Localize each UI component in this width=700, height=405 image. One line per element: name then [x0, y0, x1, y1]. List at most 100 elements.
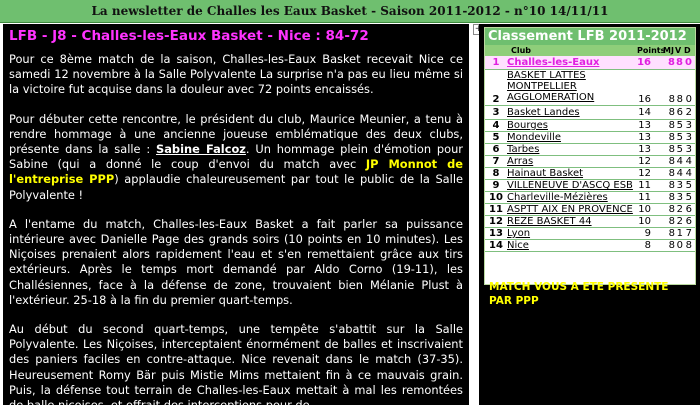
standings-row: 9 VILLENEUVE D'ASCQ ESB 11 8 3 5: [485, 180, 695, 192]
standings-row: 2 BASKET LATTES MONTPELLIER AGGLOMERATION…: [485, 70, 695, 106]
team-link[interactable]: ASPTT AIX EN PROVENCE: [507, 204, 635, 215]
row-d: 3: [685, 120, 692, 131]
team-link[interactable]: REZE BASKET 44: [507, 216, 635, 227]
col-mj: MJ: [663, 46, 674, 55]
row-mj: 8: [668, 120, 675, 131]
row-points: 13: [638, 132, 651, 143]
newsletter-title-bar: La newsletter de Challes les Eaux Basket…: [0, 0, 700, 23]
row-rank: 9: [492, 180, 500, 191]
newsletter-title: La newsletter de Challes les Eaux Basket…: [91, 4, 609, 18]
team-link[interactable]: BASKET LATTES MONTPELLIER AGGLOMERATION: [507, 70, 635, 103]
article-paragraph-2: Pour débuter cette rencontre, le préside…: [9, 112, 463, 203]
standings-row: 11 ASPTT AIX EN PROVENCE 10 8 2 6: [485, 204, 695, 216]
row-mj: 8: [668, 132, 675, 143]
team-link[interactable]: Charleville-Mézières: [507, 192, 635, 203]
row-rank: 7: [492, 156, 500, 167]
row-rank: 1: [492, 57, 500, 68]
team-link[interactable]: Arras: [507, 156, 635, 167]
row-rank: 12: [489, 216, 503, 227]
row-mj: 8: [668, 57, 675, 68]
article-headline: LFB - J8 - Challes-les-Eaux Basket - Nic…: [9, 28, 369, 44]
row-v: 4: [676, 156, 683, 167]
team-link[interactable]: Basket Landes: [507, 106, 635, 119]
row-d: 7: [685, 228, 692, 239]
row-d: 3: [685, 132, 692, 143]
team-link[interactable]: Nice: [507, 240, 635, 251]
row-mj: 8: [668, 107, 675, 118]
row-v: 3: [676, 192, 683, 203]
standings-row: 12 REZE BASKET 44 10 8 2 6: [485, 216, 695, 228]
row-points: 13: [638, 144, 651, 155]
team-link[interactable]: VILLENEUVE D'ASCQ ESB: [507, 180, 635, 191]
standings-row: 13 Lyon 9 8 1 7: [485, 228, 695, 240]
standings-row: 14 Nice 8 8 0 8: [485, 240, 695, 252]
sidebar: Classement LFB 2011-2012 Club Points MJ …: [479, 24, 700, 405]
team-link[interactable]: Challes-les-Eaux: [507, 56, 635, 69]
row-rank: 11: [489, 204, 503, 215]
row-mj: 8: [668, 168, 675, 179]
row-points: 9: [644, 228, 651, 239]
row-v: 1: [676, 228, 683, 239]
row-points: 13: [638, 120, 651, 131]
team-link[interactable]: Lyon: [507, 228, 635, 239]
row-v: 6: [676, 107, 683, 118]
article-paragraph-4: Au début du second quart-temps, une temp…: [9, 322, 463, 405]
row-points: 16: [637, 57, 651, 68]
row-rank: 10: [489, 192, 503, 203]
row-d: 5: [685, 180, 692, 191]
sponsor-note: MATCH VOUS A ETE PRESENTE PAR PPP: [489, 281, 669, 307]
row-d: 4: [685, 168, 692, 179]
standings-title: Classement LFB 2011-2012: [485, 28, 695, 45]
honored-player-name: Sabine Falcoz: [156, 142, 246, 157]
standings-row: 1 Challes-les-Eaux 16 8 8 0: [485, 56, 695, 70]
team-link[interactable]: Tarbes: [507, 144, 635, 155]
article-paragraph-1: Pour ce 8ème match de la saison, Challes…: [9, 52, 463, 97]
row-rank: 8: [492, 168, 500, 179]
row-mj: 8: [668, 156, 675, 167]
row-points: 10: [638, 216, 651, 227]
row-v: 5: [676, 144, 683, 155]
row-rank: 3: [492, 107, 500, 118]
row-v: 2: [676, 204, 683, 215]
row-mj: 8: [668, 192, 675, 203]
col-d: D: [684, 46, 691, 55]
col-club: Club: [511, 46, 532, 55]
standings-row: 4 Bourges 13 8 5 3: [485, 120, 695, 132]
row-d: 0: [685, 57, 692, 68]
row-d: 6: [685, 216, 692, 227]
row-rank: 14: [489, 240, 503, 251]
row-rank: 5: [492, 132, 500, 143]
row-points: 8: [644, 240, 651, 251]
row-points: 12: [638, 168, 651, 179]
row-d: 2: [685, 107, 692, 118]
row-mj: 8: [668, 216, 675, 227]
row-d: 3: [685, 144, 692, 155]
row-mj: 8: [668, 144, 675, 155]
team-link[interactable]: Mondeville: [507, 132, 635, 143]
row-v: 5: [676, 120, 683, 131]
team-link[interactable]: Hainaut Basket: [507, 168, 635, 179]
standings-rows: 1 Challes-les-Eaux 16 8 8 0 2 BASKET LATTES MON…: [485, 56, 695, 252]
row-points: 11: [638, 192, 651, 203]
standings-header-row: Club Points MJ V D: [485, 45, 695, 56]
row-mj: 8: [668, 240, 675, 251]
row-v: 0: [676, 240, 683, 251]
row-mj: 8: [668, 204, 675, 215]
row-d: 6: [685, 204, 692, 215]
standings-row: 3 Basket Landes 14 8 6 2: [485, 106, 695, 120]
row-v: 8: [676, 57, 683, 68]
article-paragraph-3: A l'entame du match, Challes-les-Eaux Ba…: [9, 216, 463, 307]
row-mj: 8: [668, 228, 675, 239]
row-d: 5: [685, 192, 692, 203]
row-points: 14: [638, 107, 651, 118]
standings-row: 8 Hainaut Basket 12 8 4 4: [485, 168, 695, 180]
col-v: V: [675, 46, 682, 55]
row-points: 12: [638, 156, 651, 167]
row-d: 8: [685, 240, 692, 251]
standings-row: 7 Arras 12 8 4 4: [485, 156, 695, 168]
row-v: 5: [676, 132, 683, 143]
col-points: Points: [637, 46, 666, 55]
team-link[interactable]: Bourges: [507, 120, 635, 131]
row-rank: 13: [489, 228, 503, 239]
standings-table: Classement LFB 2011-2012 Club Points MJ …: [484, 27, 696, 285]
